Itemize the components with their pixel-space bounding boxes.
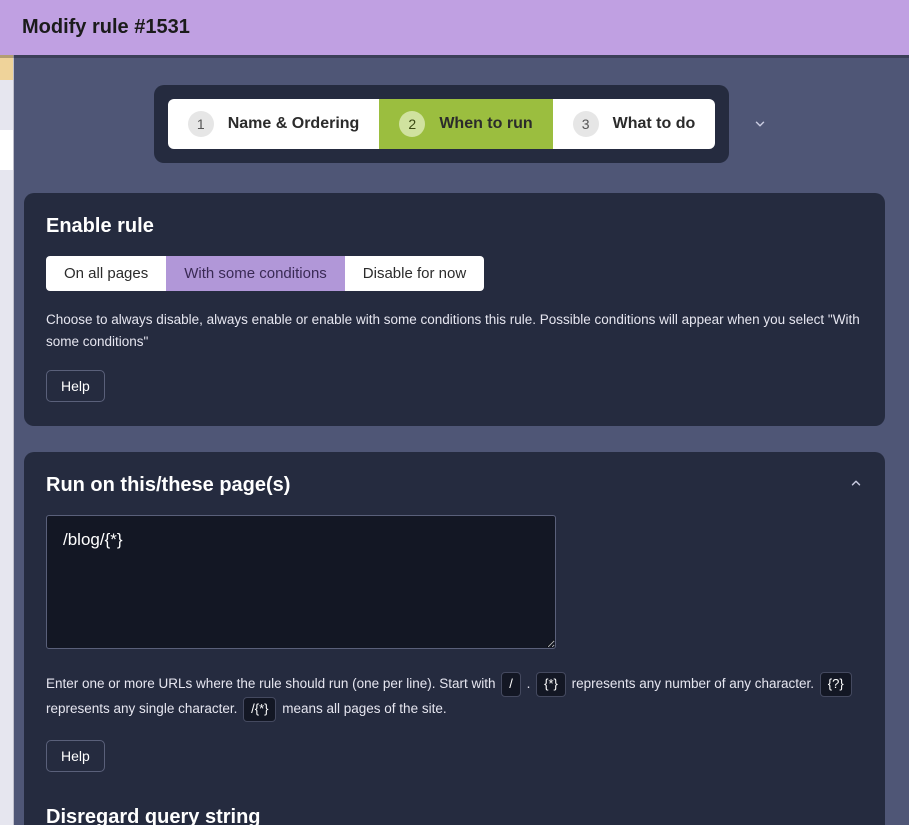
card-title: Run on this/these page(s) xyxy=(46,474,863,497)
step-number: 3 xyxy=(573,111,599,137)
chevron-down-icon xyxy=(753,117,767,131)
step-name-ordering[interactable]: 1 Name & Ordering xyxy=(168,99,380,149)
enable-rule-card: Enable rule On all pages With some condi… xyxy=(24,193,885,426)
wizard-stepper: 1 Name & Ordering 2 When to run 3 What t… xyxy=(154,85,730,163)
step-label: When to run xyxy=(439,115,532,133)
code-chip-slash: / xyxy=(501,672,521,697)
code-chip-all: /{*} xyxy=(243,697,276,722)
left-cropped-panel xyxy=(0,0,14,825)
code-chip-question: {?} xyxy=(820,672,852,697)
enable-rule-hint: Choose to always disable, always enable … xyxy=(46,309,863,352)
step-label: What to do xyxy=(613,115,696,133)
step-number: 2 xyxy=(399,111,425,137)
run-on-pages-card: Run on this/these page(s) Enter one or m… xyxy=(24,452,885,825)
chevron-up-icon xyxy=(849,476,863,490)
enable-rule-options: On all pages With some conditions Disabl… xyxy=(46,256,484,291)
option-with-conditions[interactable]: With some conditions xyxy=(166,256,345,291)
step-number: 1 xyxy=(188,111,214,137)
pages-hint: Enter one or more URLs where the rule sh… xyxy=(46,672,863,722)
collapse-button[interactable] xyxy=(849,476,863,495)
help-button[interactable]: Help xyxy=(46,740,105,772)
option-on-all-pages[interactable]: On all pages xyxy=(46,256,166,291)
card-title: Disregard query string xyxy=(46,806,863,825)
stepper-expand-button[interactable] xyxy=(751,115,769,133)
modal-header: Modify rule #1531 xyxy=(0,0,909,55)
option-disable-for-now[interactable]: Disable for now xyxy=(345,256,484,291)
step-label: Name & Ordering xyxy=(228,115,360,133)
modal-title: Modify rule #1531 xyxy=(22,16,190,38)
code-chip-star: {*} xyxy=(536,672,566,697)
card-title: Enable rule xyxy=(46,215,863,238)
pages-urls-input[interactable] xyxy=(46,515,556,649)
help-button[interactable]: Help xyxy=(46,370,105,402)
step-what-to-do[interactable]: 3 What to do xyxy=(553,99,716,149)
step-when-to-run[interactable]: 2 When to run xyxy=(379,99,552,149)
